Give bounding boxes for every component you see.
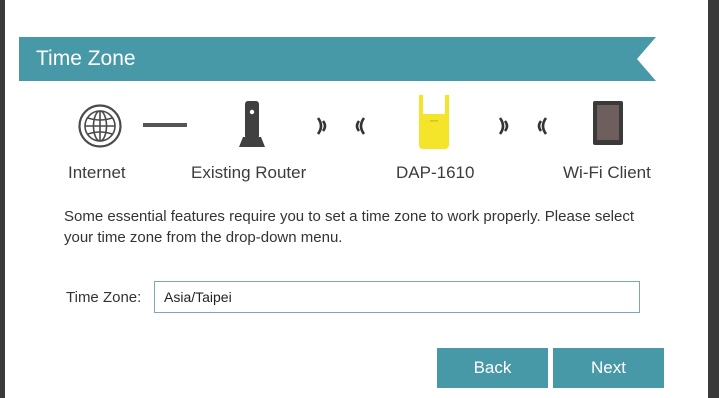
- back-button[interactable]: Back: [437, 348, 548, 388]
- internet-label: Internet: [68, 163, 126, 182]
- time-zone-input[interactable]: [154, 281, 640, 313]
- connection-diagram: Internet Existing Router DAP-1610 Wi-Fi …: [0, 0, 719, 200]
- globe-icon: [78, 104, 122, 148]
- router-label: Existing Router: [191, 163, 307, 182]
- time-zone-label: Time Zone:: [66, 289, 142, 306]
- wired-link-icon: [143, 123, 187, 127]
- extender-label: DAP-1610: [396, 163, 475, 182]
- wireless-signal-icon: [316, 117, 366, 135]
- next-button[interactable]: Next: [553, 348, 664, 388]
- instruction-text: Some essential features require you to s…: [64, 208, 635, 246]
- tablet-icon: [593, 101, 623, 145]
- client-label: Wi-Fi Client: [563, 163, 651, 182]
- wireless-signal-icon-2: [498, 117, 548, 135]
- router-icon: [239, 101, 265, 147]
- extender-icon: [419, 95, 449, 149]
